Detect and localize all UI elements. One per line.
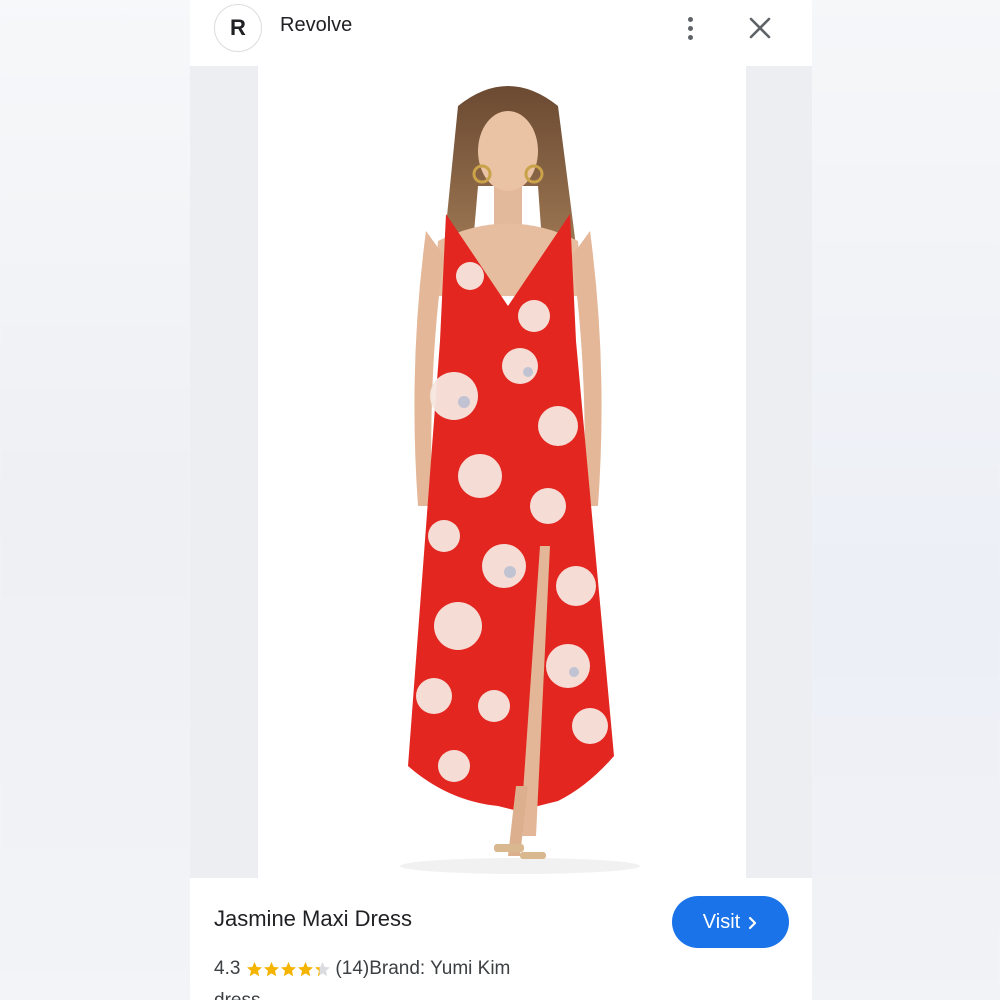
review-count[interactable]: (14)	[335, 958, 369, 980]
product-image[interactable]	[258, 66, 746, 878]
product-meta: 4.3 (14) Brand: Yumi Kim	[214, 958, 510, 980]
product-category: dress	[214, 990, 260, 1000]
star-icon	[298, 961, 314, 976]
star-icon	[247, 961, 263, 976]
brand-label: Brand: Yumi Kim	[369, 958, 511, 979]
product-image-area[interactable]	[190, 66, 812, 878]
visit-button-label: Visit	[702, 910, 741, 933]
background-left	[0, 0, 190, 1000]
site-logo[interactable]: R	[214, 4, 262, 52]
more-vert-icon[interactable]	[676, 10, 704, 46]
close-icon[interactable]	[744, 12, 776, 44]
visit-button[interactable]: Visit	[672, 896, 789, 948]
rating-stars	[246, 961, 331, 978]
product-title[interactable]: Jasmine Maxi Dress	[214, 906, 412, 932]
product-preview-card: R Revolve Jasmine Maxi Dress Visit 4.3 (…	[190, 0, 812, 1000]
star-icon	[315, 961, 331, 976]
star-icon	[281, 961, 297, 976]
site-name[interactable]: Revolve	[280, 14, 352, 37]
rating-value: 4.3	[214, 958, 241, 979]
site-logo-letter: R	[230, 15, 246, 40]
star-icon	[264, 961, 280, 976]
background-right	[812, 0, 1000, 1000]
chevron-right-icon	[749, 916, 757, 929]
card-header: R Revolve	[190, 0, 812, 66]
